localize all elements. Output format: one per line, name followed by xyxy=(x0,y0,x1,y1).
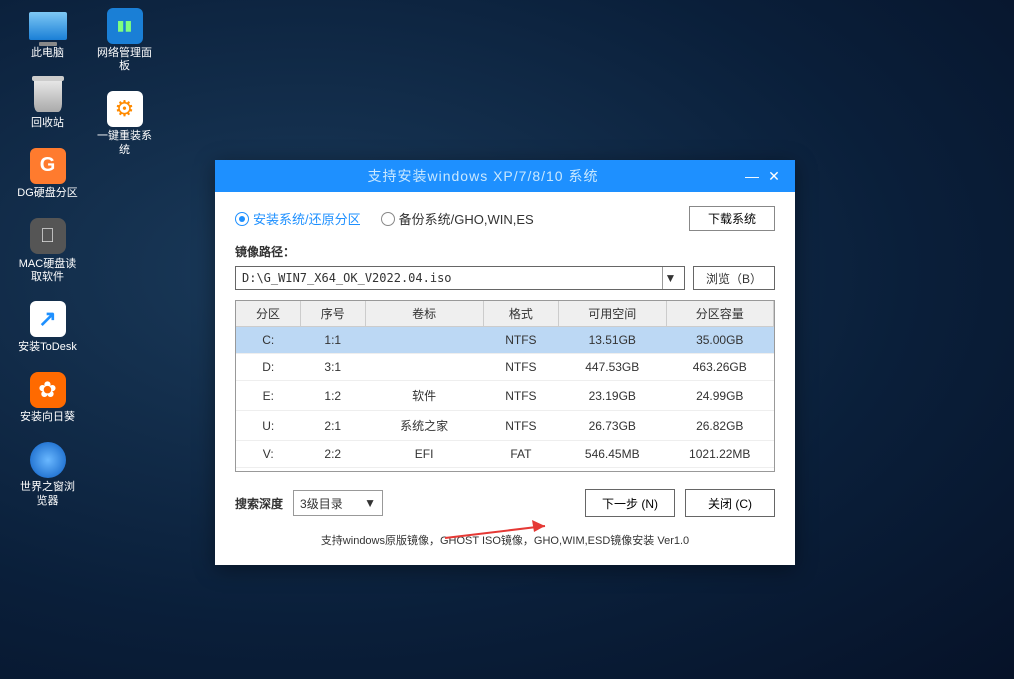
desktop-icons: 此电脑 回收站 G DG硬盘分区  MAC硬盘读取软件 ↗ 安装ToDesk … xyxy=(15,8,169,508)
table-row[interactable]: D:3:1 NTFS447.53GB463.26GB xyxy=(236,354,774,381)
close-dialog-button[interactable]: 关闭 (C) xyxy=(685,489,775,517)
cell-seq: 2:2 xyxy=(301,441,366,468)
desktop-icon-netpanel[interactable]: ▮▮ 网络管理面板 xyxy=(92,8,157,73)
desktop-icon-theworld[interactable]: 世界之窗浏览器 xyxy=(15,442,80,507)
icon-label: 此电脑 xyxy=(31,47,64,60)
cell-seq: 2:1 xyxy=(301,411,366,441)
radio-backup[interactable]: 备份系统/GHO,WIN,ES xyxy=(381,209,534,228)
cell-fmt: FAT xyxy=(483,441,558,468)
radio-label: 安装系统/还原分区 xyxy=(253,209,361,228)
cell-free: 26.73GB xyxy=(559,411,667,441)
col-partition: 分区 xyxy=(256,307,280,321)
mac-disk-icon:  xyxy=(30,218,66,254)
table-row[interactable]: U:2:1系统之家NTFS26.73GB26.82GB xyxy=(236,411,774,441)
icon-label: 安装ToDesk xyxy=(18,341,77,354)
titlebar[interactable]: 支持安装windows XP/7/8/10 系统 — ✕ xyxy=(215,160,795,192)
table-row[interactable]: E:1:2软件NTFS23.19GB24.99GB xyxy=(236,381,774,411)
cell-fmt: NTFS xyxy=(483,354,558,381)
search-depth-label: 搜索深度 xyxy=(235,495,283,512)
cell-fmt: NTFS xyxy=(483,411,558,441)
mode-radio-row: 安装系统/还原分区 备份系统/GHO,WIN,ES 下载系统 xyxy=(235,206,775,231)
cell-vol: 软件 xyxy=(365,381,483,411)
search-depth-value: 3级目录 xyxy=(300,495,343,512)
cell-cap: 26.82GB xyxy=(666,411,774,441)
recycle-bin-icon xyxy=(34,80,62,112)
cell-seq: 1:1 xyxy=(301,327,366,354)
cell-cap: 24.99GB xyxy=(666,381,774,411)
partition-table: 分区 序号 卷标 格式 可用空间 分区容量 C:1:1NTFS13.51GB35… xyxy=(235,300,775,472)
sunflower-icon: ✿ xyxy=(30,372,66,408)
col-volume: 卷标 xyxy=(412,307,436,321)
col-format: 格式 xyxy=(509,307,533,321)
cell-seq: 3:1 xyxy=(301,354,366,381)
desktop-icon-mac-disk[interactable]:  MAC硬盘读取软件 xyxy=(15,219,80,284)
table-row[interactable]: V:2:2EFIFAT546.45MB1021.22MB xyxy=(236,441,774,468)
radio-dot-icon xyxy=(235,212,249,226)
cell-part: V: xyxy=(236,441,301,468)
cell-fmt: NTFS xyxy=(483,327,558,354)
desktop-icon-todesk[interactable]: ↗ 安装ToDesk xyxy=(15,302,80,354)
desktop-icon-reinstall[interactable]: ⚙ 一键重装系统 xyxy=(92,91,157,156)
icon-label: 网络管理面板 xyxy=(92,47,157,73)
cell-free: 447.53GB xyxy=(559,354,667,381)
installer-dialog: 支持安装windows XP/7/8/10 系统 — ✕ 安装系统/还原分区 备… xyxy=(215,160,795,565)
cell-fmt: NTFS xyxy=(483,381,558,411)
search-depth-combo[interactable]: 3级目录 ▼ xyxy=(293,490,383,516)
network-panel-icon: ▮▮ xyxy=(107,8,143,44)
todesk-icon: ↗ xyxy=(30,301,66,337)
cell-cap: 35.00GB xyxy=(666,327,774,354)
cell-free: 23.19GB xyxy=(559,381,667,411)
image-path-combo[interactable]: D:\G_WIN7_X64_OK_V2022.04.iso ▼ xyxy=(235,266,685,290)
cell-part: U: xyxy=(236,411,301,441)
radio-ring-icon xyxy=(381,212,395,226)
icon-label: 一键重装系统 xyxy=(92,130,157,156)
browse-button[interactable]: 浏览（B） xyxy=(693,266,775,290)
cell-vol xyxy=(365,354,483,381)
minimize-button[interactable]: — xyxy=(741,168,763,184)
table-header-row: 分区 序号 卷标 格式 可用空间 分区容量 xyxy=(236,301,774,327)
diskgenius-icon: G xyxy=(30,148,66,184)
icon-label: MAC硬盘读取软件 xyxy=(15,258,80,284)
gear-icon: ⚙ xyxy=(107,91,143,127)
dropdown-arrow-icon[interactable]: ▼ xyxy=(364,496,376,510)
cell-seq: 1:2 xyxy=(301,381,366,411)
cell-free: 546.45MB xyxy=(559,441,667,468)
desktop-icon-recycle-bin[interactable]: 回收站 xyxy=(15,78,80,130)
desktop-icon-sunflower[interactable]: ✿ 安装向日葵 xyxy=(15,372,80,424)
cell-vol xyxy=(365,327,483,354)
image-path-value: D:\G_WIN7_X64_OK_V2022.04.iso xyxy=(242,271,452,285)
cell-vol: EFI xyxy=(365,441,483,468)
col-capacity: 分区容量 xyxy=(696,307,744,321)
radio-label: 备份系统/GHO,WIN,ES xyxy=(399,209,534,228)
cell-part: C: xyxy=(236,327,301,354)
col-seq: 序号 xyxy=(321,307,345,321)
cell-vol: 系统之家 xyxy=(365,411,483,441)
icon-label: 安装向日葵 xyxy=(20,411,75,424)
desktop-icon-dg-disk[interactable]: G DG硬盘分区 xyxy=(15,148,80,200)
radio-install-restore[interactable]: 安装系统/还原分区 xyxy=(235,209,361,228)
icon-label: DG硬盘分区 xyxy=(17,187,78,200)
cell-free: 13.51GB xyxy=(559,327,667,354)
next-button[interactable]: 下一步 (N) xyxy=(585,489,675,517)
icon-label: 回收站 xyxy=(31,117,64,130)
cell-cap: 463.26GB xyxy=(666,354,774,381)
icon-label: 世界之窗浏览器 xyxy=(15,481,80,507)
dropdown-arrow-icon[interactable]: ▼ xyxy=(662,267,678,289)
col-free: 可用空间 xyxy=(588,307,636,321)
window-title: 支持安装windows XP/7/8/10 系统 xyxy=(225,166,741,186)
image-path-label: 镜像路径： xyxy=(235,243,775,260)
desktop-icon-this-pc[interactable]: 此电脑 xyxy=(15,8,80,60)
table-row[interactable]: C:1:1 NTFS13.51GB35.00GB xyxy=(236,327,774,354)
cell-cap: 1021.22MB xyxy=(666,441,774,468)
download-system-button[interactable]: 下载系统 xyxy=(689,206,775,231)
dialog-footer-text: 支持windows原版镜像，GHOST ISO镜像，GHO,WIM,ESD镜像安… xyxy=(235,532,775,548)
cell-part: D: xyxy=(236,354,301,381)
computer-icon xyxy=(29,12,67,40)
close-button[interactable]: ✕ xyxy=(763,168,785,185)
globe-icon xyxy=(30,442,66,478)
cell-part: E: xyxy=(236,381,301,411)
